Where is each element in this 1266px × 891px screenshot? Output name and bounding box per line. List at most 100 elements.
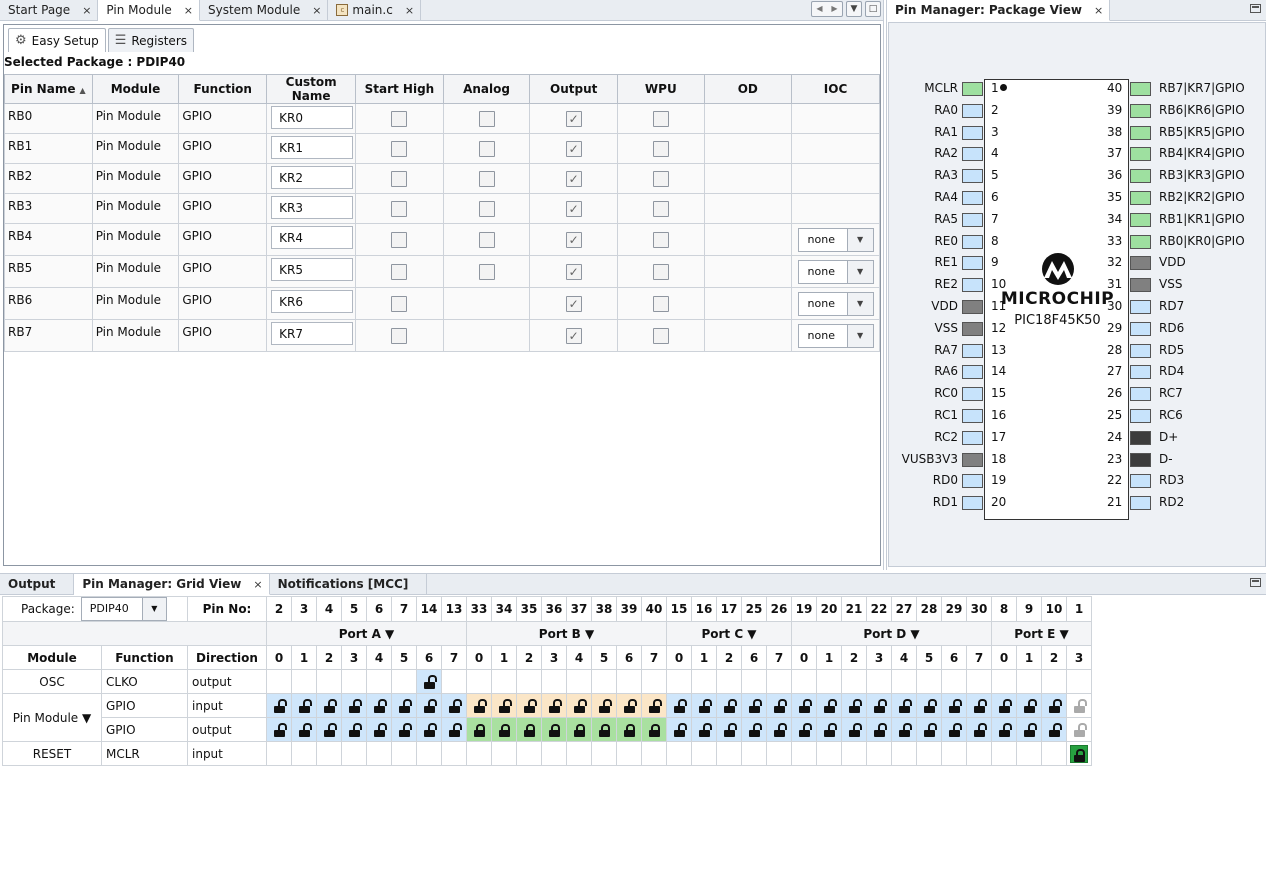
pin-grid-cell[interactable] xyxy=(991,669,1017,694)
pin-grid-cell[interactable] xyxy=(916,717,942,742)
wpu-checkbox[interactable] xyxy=(652,295,669,312)
pin-grid-cell[interactable] xyxy=(616,717,642,742)
start-high-checkbox[interactable] xyxy=(391,295,408,312)
package-pin-right[interactable]: 38 RB5|KR5|GPIO xyxy=(1104,125,1264,141)
pin-grid-cell[interactable] xyxy=(941,669,967,694)
pin-grid-cell[interactable] xyxy=(1041,669,1067,694)
pin-grid-cell[interactable] xyxy=(541,669,567,694)
pin-grid-cell[interactable] xyxy=(716,693,742,718)
column-header-od[interactable]: OD xyxy=(703,74,793,104)
pin-grid-cell[interactable] xyxy=(316,669,342,694)
pin-grid-cell[interactable] xyxy=(666,717,692,742)
package-pin-left[interactable]: VUSB3V3 18 xyxy=(889,452,1019,468)
column-header-function[interactable]: Function xyxy=(178,74,268,104)
package-pin-left[interactable]: RA0 2 xyxy=(889,103,1019,119)
table-row[interactable]: RB2 Pin Module GPIO KR2 ✓ xyxy=(4,163,880,194)
pin-grid-cell[interactable] xyxy=(591,741,617,766)
ioc-dropdown[interactable]: none ▼ xyxy=(797,323,874,348)
package-pin-right[interactable]: 32 VDD xyxy=(1104,255,1264,271)
pin-grid-cell[interactable] xyxy=(491,717,517,742)
pin-grid-cell[interactable] xyxy=(966,717,992,742)
chevron-down-icon[interactable]: ▼ xyxy=(846,324,873,347)
package-pin-right[interactable]: 28 RD5 xyxy=(1104,343,1264,359)
package-pin-right[interactable]: 34 RB1|KR1|GPIO xyxy=(1104,212,1264,228)
pin-grid-cell[interactable] xyxy=(1066,669,1092,694)
pin-grid-cell[interactable] xyxy=(891,741,917,766)
pin-grid-cell[interactable] xyxy=(641,693,667,718)
start-high-checkbox[interactable] xyxy=(391,200,408,217)
pin-grid-cell[interactable] xyxy=(816,741,842,766)
pin-grid-cell[interactable] xyxy=(841,693,867,718)
package-pin-left[interactable]: RD1 20 xyxy=(889,495,1019,511)
pin-grid-cell[interactable] xyxy=(491,669,517,694)
pin-grid-cell[interactable] xyxy=(566,741,592,766)
chevron-down-icon[interactable]: ▼ xyxy=(846,292,873,315)
pin-grid-cell[interactable] xyxy=(491,741,517,766)
tab-pin-module[interactable]: Pin Module × xyxy=(98,0,200,21)
wpu-checkbox[interactable] xyxy=(652,110,669,127)
pin-grid-cell[interactable] xyxy=(1016,741,1042,766)
pin-grid-cell[interactable] xyxy=(1066,741,1092,766)
pin-grid-cell[interactable] xyxy=(466,741,492,766)
pin-grid-cell[interactable] xyxy=(766,693,792,718)
analog-checkbox[interactable] xyxy=(478,231,495,248)
output-checkbox[interactable]: ✓ xyxy=(565,170,582,187)
pin-grid-cell[interactable] xyxy=(816,717,842,742)
column-header-ioc[interactable]: IOC xyxy=(791,74,880,104)
pin-grid-cell[interactable] xyxy=(966,741,992,766)
custom-name-input[interactable]: KR3 xyxy=(271,196,354,219)
tab-registers[interactable]: ☰ Registers xyxy=(107,28,195,52)
tab-package-view[interactable]: Pin Manager: Package View × xyxy=(887,0,1111,21)
package-pin-left[interactable]: MCLR 1 xyxy=(889,81,1019,97)
package-pin-right[interactable]: 35 RB2|KR2|GPIO xyxy=(1104,190,1264,206)
pin-grid-cell[interactable] xyxy=(541,741,567,766)
close-icon[interactable]: × xyxy=(405,4,414,17)
package-pin-right[interactable]: 36 RB3|KR3|GPIO xyxy=(1104,168,1264,184)
pin-grid-cell[interactable] xyxy=(316,717,342,742)
column-header-module[interactable]: Module xyxy=(91,74,180,104)
wpu-checkbox[interactable] xyxy=(652,170,669,187)
pin-grid-cell[interactable] xyxy=(666,741,692,766)
module-cell[interactable]: Pin Module ▼ xyxy=(2,693,102,742)
pin-grid-cell[interactable] xyxy=(566,693,592,718)
pin-grid-cell[interactable] xyxy=(291,717,317,742)
pin-grid-cell[interactable] xyxy=(541,717,567,742)
pin-grid-cell[interactable] xyxy=(366,693,392,718)
package-pin-left[interactable]: RE0 8 xyxy=(889,234,1019,250)
pin-grid-cell[interactable] xyxy=(691,693,717,718)
port-header[interactable]: Port E ▼ xyxy=(991,621,1092,646)
analog-checkbox[interactable] xyxy=(478,263,495,280)
column-header-analog[interactable]: Analog xyxy=(442,74,531,104)
package-pin-right[interactable]: 33 RB0|KR0|GPIO xyxy=(1104,234,1264,250)
package-pin-left[interactable]: RA2 4 xyxy=(889,146,1019,162)
package-pin-right[interactable]: 29 RD6 xyxy=(1104,321,1264,337)
pin-grid-cell[interactable] xyxy=(966,669,992,694)
pin-grid-cell[interactable] xyxy=(1016,717,1042,742)
package-pin-right[interactable]: 25 RC6 xyxy=(1104,408,1264,424)
port-header[interactable]: Port D ▼ xyxy=(791,621,992,646)
close-icon[interactable]: × xyxy=(184,4,193,17)
table-row[interactable]: RB6 Pin Module GPIO KR6 ✓ none ▼ xyxy=(4,287,880,320)
pin-grid-cell[interactable] xyxy=(866,693,892,718)
tab-grid-view[interactable]: Pin Manager: Grid View × xyxy=(74,574,270,595)
ioc-dropdown[interactable]: none ▼ xyxy=(797,227,874,252)
start-high-checkbox[interactable] xyxy=(391,231,408,248)
pin-grid-cell[interactable] xyxy=(891,693,917,718)
package-pin-left[interactable]: RA3 5 xyxy=(889,168,1019,184)
pin-grid-cell[interactable] xyxy=(866,741,892,766)
pin-grid-cell[interactable] xyxy=(991,717,1017,742)
pin-grid-cell[interactable] xyxy=(516,693,542,718)
column-header-start-high[interactable]: Start High xyxy=(355,74,444,104)
table-row[interactable]: RB3 Pin Module GPIO KR3 ✓ xyxy=(4,193,880,224)
pin-grid-cell[interactable] xyxy=(1016,669,1042,694)
package-pin-left[interactable]: RC2 17 xyxy=(889,430,1019,446)
tab-easy-setup[interactable]: ⚙ Easy Setup xyxy=(8,28,106,52)
start-high-checkbox[interactable] xyxy=(391,327,408,344)
pin-grid-cell[interactable] xyxy=(1041,693,1067,718)
pin-grid-cell[interactable] xyxy=(1066,717,1092,742)
pin-grid-cell[interactable] xyxy=(416,741,442,766)
package-pin-left[interactable]: RC0 15 xyxy=(889,386,1019,402)
close-icon[interactable]: × xyxy=(1094,4,1103,17)
pin-grid-cell[interactable] xyxy=(791,693,817,718)
pin-grid-cell[interactable] xyxy=(966,693,992,718)
